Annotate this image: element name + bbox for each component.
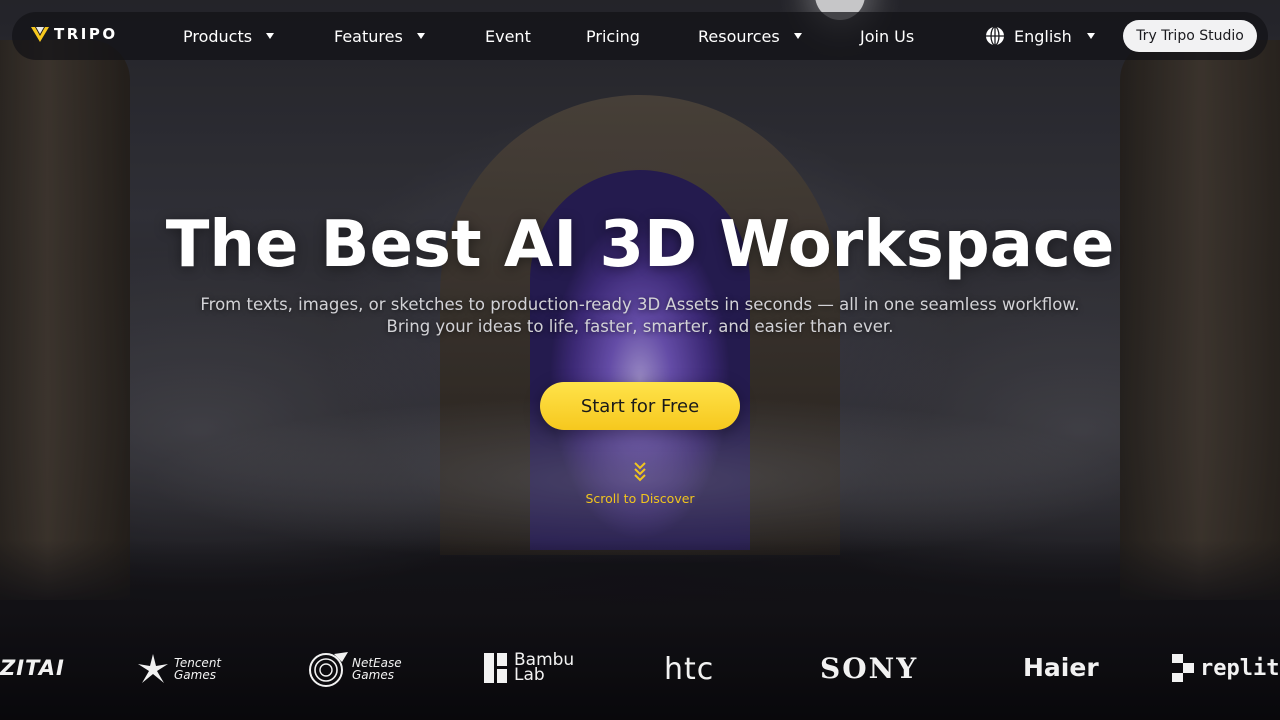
nav-features-label: Features [334,26,403,46]
hero-subtitle-line2: Bring your ideas to life, faster, smarte… [386,317,894,336]
hero-title: The Best AI 3D Workspace [165,208,1115,282]
replit-icon [1172,654,1194,682]
start-for-free-button[interactable]: Start for Free [540,382,740,430]
globe-icon [986,26,1004,46]
nav-pricing[interactable]: Pricing [586,12,640,60]
nav-products[interactable]: Products [183,12,275,60]
language-selector[interactable]: English [985,12,1095,60]
nav-features[interactable]: Features [334,12,425,60]
top-navbar: TRIPO Products Features Event Pricing Re… [12,12,1268,60]
nav-products-label: Products [183,26,253,46]
nav-resources[interactable]: Resources [698,12,802,60]
hero-subtitle-line1: From texts, images, or sketches to produ… [200,295,1080,314]
language-label: English [1014,26,1072,46]
htc-logo: htc [664,652,715,687]
double-chevron-down-icon[interactable] [632,460,648,482]
logo-text: TRIPO [54,25,118,43]
nav-event-label: Event [485,26,531,46]
nav-join-us-label: Join Us [860,26,915,46]
civitai-logo: ZITAI [0,656,65,680]
nav-pricing-label: Pricing [586,26,640,46]
sony-logo: SONY [820,652,919,685]
scroll-to-discover[interactable]: Scroll to Discover [0,491,1280,506]
netease-games-logo: NetEase Games [306,650,402,688]
replit-logo: replit [1172,654,1279,682]
caret-down-icon [416,33,425,39]
partner-logos: ZITAI Tencent Games NetEase Games Bambu … [0,640,1280,700]
bambu-lab-icon [484,653,507,683]
nav-event[interactable]: Event [485,12,531,60]
tripo-logo-icon [31,27,49,42]
bambu-lab-logo: Bambu Lab [484,652,574,684]
tripo-logo[interactable]: TRIPO [30,24,118,44]
tencent-games-icon [138,654,168,683]
haier-logo: Haier [1023,653,1099,682]
try-tripo-studio-button[interactable]: Try Tripo Studio [1123,20,1257,52]
nav-resources-label: Resources [698,26,780,46]
caret-down-icon [1086,33,1095,39]
nav-join-us[interactable]: Join Us [860,12,914,60]
caret-down-icon [266,33,275,39]
caret-down-icon [793,33,802,39]
tencent-games-logo: Tencent Games [136,652,221,686]
netease-games-icon [309,652,348,687]
hero-background [0,0,1280,720]
